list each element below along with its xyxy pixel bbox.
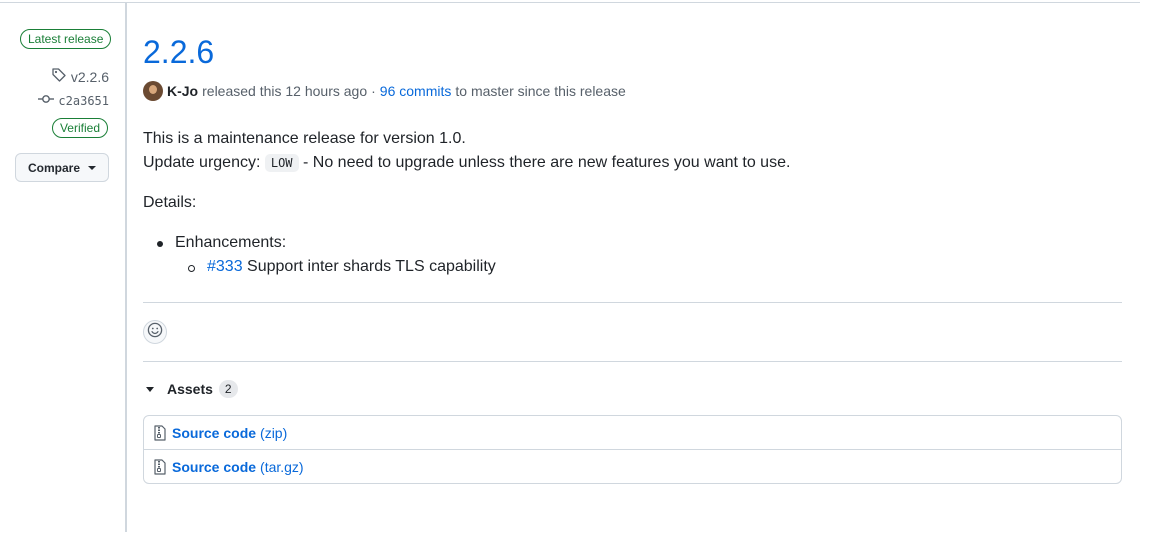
urgency-code: LOW xyxy=(264,154,299,172)
release-notes: This is a maintenance release for versio… xyxy=(143,127,1123,175)
commits-suffix: to master since this release xyxy=(455,83,626,99)
timeline-divider xyxy=(125,3,127,532)
asset-row[interactable]: Source code (zip) xyxy=(144,416,1121,449)
asset-ext: (zip) xyxy=(260,424,288,441)
compare-button[interactable]: Compare xyxy=(15,153,109,182)
notes-line-1: This is a maintenance release for versio… xyxy=(143,130,466,147)
assets-count: 2 xyxy=(218,380,238,398)
assets-list: Source code (zip) Source code (tar.gz) xyxy=(143,415,1122,484)
bullet-disc xyxy=(157,241,163,247)
notes-line-2: Update urgency: LOW - No need to upgrade… xyxy=(143,151,1123,175)
meta-separator: · xyxy=(371,83,376,99)
asset-ext: (tar.gz) xyxy=(260,458,304,475)
issue-link[interactable]: #333 xyxy=(207,258,243,275)
tag-icon xyxy=(51,67,67,86)
bullet-circle xyxy=(188,265,195,272)
asset-link[interactable]: Source code xyxy=(172,459,256,475)
asset-link[interactable]: Source code xyxy=(172,425,256,441)
commit-hash: c2a3651 xyxy=(58,93,109,108)
urgency-prefix: Update urgency: xyxy=(143,154,261,171)
commits-link[interactable]: 96 commits xyxy=(380,83,452,99)
file-zip-icon xyxy=(153,424,167,441)
author-link[interactable]: K-Jo xyxy=(167,83,198,99)
sub-list-item-text: Support inter shards TLS capability xyxy=(247,258,496,275)
release-title[interactable]: 2.2.6 xyxy=(143,32,214,72)
chevron-down-icon xyxy=(88,165,96,170)
assets-toggle[interactable]: Assets 2 xyxy=(146,380,238,398)
tag-link[interactable]: v2.2.6 xyxy=(51,67,109,86)
release-meta: K-Jo released this 12 hours ago · 96 com… xyxy=(143,81,626,101)
top-border xyxy=(0,2,1140,3)
release-sidebar: Latest release v2.2.6 c2a3651 Verified C… xyxy=(0,0,125,539)
commit-link[interactable]: c2a3651 xyxy=(38,93,109,108)
section-divider xyxy=(143,361,1122,362)
section-divider xyxy=(143,302,1122,303)
verified-badge[interactable]: Verified xyxy=(51,118,108,138)
assets-label: Assets xyxy=(167,381,213,397)
git-commit-icon xyxy=(38,93,55,108)
smiley-icon xyxy=(147,322,163,343)
file-zip-icon xyxy=(153,458,167,475)
asset-row[interactable]: Source code (tar.gz) xyxy=(144,449,1121,483)
released-text: released this 12 hours ago xyxy=(202,83,368,99)
urgency-suffix: - No need to upgrade unless there are ne… xyxy=(303,154,791,171)
list-item-label: Enhancements: xyxy=(175,234,287,251)
latest-release-badge: Latest release xyxy=(20,29,112,49)
details-heading: Details: xyxy=(143,194,197,211)
triangle-down-icon xyxy=(146,386,154,392)
avatar[interactable] xyxy=(143,81,163,101)
compare-label: Compare xyxy=(27,160,80,175)
add-reaction-button[interactable] xyxy=(143,320,167,344)
tag-label: v2.2.6 xyxy=(70,68,109,85)
